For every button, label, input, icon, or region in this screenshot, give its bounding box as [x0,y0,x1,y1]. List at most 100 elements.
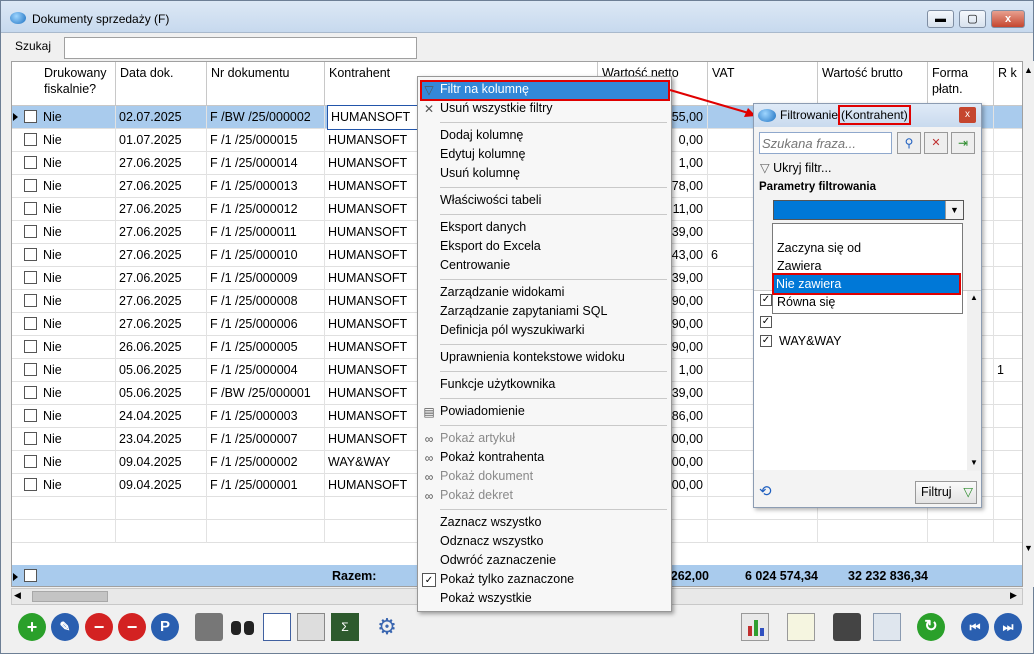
row-checkbox[interactable] [24,225,37,238]
row-checkbox[interactable] [24,179,37,192]
chart-icon[interactable] [741,613,769,641]
row-checkbox[interactable] [24,432,37,445]
row-checkbox[interactable] [24,133,37,146]
filter-type-option[interactable]: Zawiera [775,257,960,275]
chevron-up-icon[interactable]: ▲ [970,293,978,302]
scroll-down-icon[interactable]: ▼ [1024,543,1033,553]
column-header[interactable]: Forma płatn. [928,62,994,106]
menu-item[interactable]: Pokaż artykuł [440,429,515,448]
hide-filter-link[interactable]: ▽ Ukryj filtr... [760,160,831,175]
filter-type-option[interactable]: Nie zawiera [772,273,961,295]
maximize-button[interactable]: ▢ [959,10,986,28]
table-settings-icon[interactable] [263,613,291,641]
apply-filter-button[interactable]: Filtruj ▽ [915,481,977,504]
column-header[interactable]: Data dok. [116,62,207,106]
menu-item[interactable]: Eksport danych [440,218,526,237]
filter-type-option[interactable]: Równa się [775,293,960,311]
sync-icon[interactable]: ⟲ [759,482,789,502]
delete-icon[interactable]: − [85,613,113,641]
row-checkbox[interactable] [24,317,37,330]
row-checkbox[interactable] [24,478,37,491]
menu-item[interactable]: Uprawnienia kontekstowe widoku [440,348,625,367]
search-input[interactable] [64,37,417,59]
menu-item[interactable]: Odwróć zaznaczenie [440,551,556,570]
search-icon[interactable]: ⚲ [897,132,921,154]
list-scrollbar[interactable]: ▲ ▼ [967,291,981,471]
filter-search-input[interactable] [759,132,892,154]
menu-item[interactable]: Pokaż wszystkie [440,589,532,608]
menu-item[interactable]: Usuń kolumnę [440,164,520,183]
row-checkbox[interactable] [24,248,37,261]
add-icon[interactable]: + [18,613,46,641]
row-checkbox[interactable] [24,409,37,422]
exit-icon[interactable]: ⇥ [951,132,975,154]
row-checkbox[interactable] [24,202,37,215]
filter-icon: ▽ [760,161,770,175]
row-checkbox[interactable] [24,294,37,307]
last-record-icon[interactable]: ⏭ [994,613,1022,641]
menu-item[interactable]: Centrowanie [440,256,510,275]
menu-item[interactable]: Zarządzanie zapytaniami SQL [440,302,607,321]
menu-item[interactable]: Zarządzanie widokami [440,283,564,302]
delete-selected-icon[interactable]: − [118,613,146,641]
row-checkbox[interactable] [24,271,37,284]
menu-item[interactable]: Właściwości tabeli [440,191,541,210]
vertical-scrollbar[interactable]: ▲ ▼ [1023,61,1034,587]
column-header[interactable]: VAT [708,62,818,106]
document-icon[interactable] [787,613,815,641]
checkbox[interactable]: ✓ [760,316,772,328]
chevron-down-icon[interactable]: ▼ [945,201,963,219]
save-icon[interactable] [833,613,861,641]
gears-icon[interactable]: ⚙ [373,613,401,641]
column-header[interactable]: Drukowany fiskalnie? [40,62,116,106]
column-header[interactable]: Wartość brutto [818,62,928,106]
menu-item[interactable]: Funkcje użytkownika [440,375,555,394]
minimize-button[interactable]: ▬ [927,10,954,28]
filter-close-button[interactable]: x [959,107,976,123]
scroll-left-icon[interactable]: ◀ [14,590,21,601]
binoculars-icon[interactable] [229,613,257,641]
filter-type-select[interactable]: ▼ [773,200,964,220]
sum-icon[interactable]: Σ [331,613,359,641]
menu-item[interactable]: Pokaż kontrahenta [440,448,544,467]
menu-separator [440,214,667,215]
filter-table-icon[interactable] [297,613,325,641]
row-checkbox[interactable] [24,110,37,123]
windows-icon[interactable] [873,613,901,641]
menu-item[interactable]: Eksport do Excela [440,237,541,256]
edit-icon[interactable]: ✎ [51,613,79,641]
row-checkbox[interactable] [24,340,37,353]
list-item[interactable]: WAY&WAY [779,334,842,348]
clear-filter-icon[interactable]: ✕ [924,132,948,154]
checkbox-wayway[interactable]: ✓ [760,335,772,347]
p-icon[interactable]: P [151,613,179,641]
close-button[interactable]: x [991,10,1025,28]
menu-item[interactable]: Usuń wszystkie filtry [440,99,553,118]
menu-item[interactable]: Odznacz wszystko [440,532,544,551]
checkbox[interactable]: ✓ [760,294,772,306]
chevron-down-icon[interactable]: ▼ [970,458,978,467]
menu-item[interactable]: Filtr na kolumnę [440,80,529,99]
menu-item[interactable]: Pokaż dekret [440,486,513,505]
summary-checkbox[interactable] [24,569,37,582]
first-record-icon[interactable]: ⏮ [961,613,989,641]
scroll-thumb[interactable] [32,591,108,602]
menu-item[interactable]: Dodaj kolumnę [440,126,523,145]
menu-item[interactable]: Edytuj kolumnę [440,145,525,164]
row-checkbox[interactable] [24,156,37,169]
scroll-right-icon[interactable]: ▶ [1010,590,1017,601]
menu-item[interactable]: Definicja pól wyszukiwarki [440,321,585,340]
menu-item[interactable]: Powiadomienie [440,402,525,421]
column-header[interactable]: Nr dokumentu [207,62,325,106]
filter-type-option[interactable]: Zaczyna się od [775,239,960,257]
refresh-icon[interactable]: ↻ [917,613,945,641]
printer-icon[interactable] [195,613,223,641]
scroll-up-icon[interactable]: ▲ [1024,65,1033,75]
menu-item[interactable]: Pokaż dokument [440,467,533,486]
menu-item[interactable]: Zaznacz wszystko [440,513,541,532]
column-header[interactable]: R k [994,62,1022,106]
row-checkbox[interactable] [24,455,37,468]
row-checkbox[interactable] [24,386,37,399]
row-checkbox[interactable] [24,363,37,376]
menu-item[interactable]: Pokaż tylko zaznaczone [440,570,574,589]
